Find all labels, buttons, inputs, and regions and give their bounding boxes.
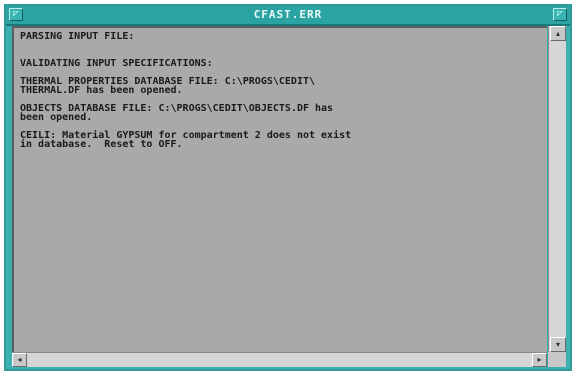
log-line: THERMAL.DF has been opened. bbox=[20, 85, 183, 96]
scrollbar-corner bbox=[548, 352, 566, 367]
scroll-down-button[interactable]: ▾ bbox=[550, 337, 566, 352]
log-line: in database. Reset to OFF. bbox=[20, 139, 183, 150]
arrow-down-icon: ▾ bbox=[555, 340, 560, 349]
scroll-right-button[interactable]: ▸ bbox=[532, 353, 547, 367]
log-line: been opened. bbox=[20, 112, 93, 123]
cfast-err-window: ◸ CFAST.ERR ◸ PARSING INPUT FILE: VALIDAT… bbox=[4, 4, 572, 371]
arrow-left-icon: ◂ bbox=[17, 355, 22, 364]
scroll-left-button[interactable]: ◂ bbox=[12, 353, 27, 367]
horizontal-scrollbar[interactable]: ◂ ▸ bbox=[12, 352, 547, 367]
arrow-right-icon: ▸ bbox=[537, 355, 542, 364]
log-line: VALIDATING INPUT SPECIFICATIONS: bbox=[20, 58, 213, 69]
arrow-up-icon: ▴ bbox=[555, 29, 560, 38]
scroll-up-button[interactable]: ▴ bbox=[550, 26, 566, 41]
output-text-area[interactable]: PARSING INPUT FILE: VALIDATING INPUT SPEC… bbox=[12, 26, 547, 352]
log-line: PARSING INPUT FILE: bbox=[20, 31, 135, 42]
vertical-scrollbar[interactable]: ▴ ▾ bbox=[548, 26, 566, 352]
log-line: OBJECTS DATABASE FILE: C:\PROGS\CEDIT\OB… bbox=[20, 103, 334, 114]
title-bar[interactable]: ◸ CFAST.ERR ◸ bbox=[6, 6, 570, 26]
error-log-text: PARSING INPUT FILE: VALIDATING INPUT SPEC… bbox=[14, 28, 547, 150]
maximize-button[interactable]: ◸ bbox=[553, 8, 567, 21]
window-title: CFAST.ERR bbox=[253, 8, 323, 21]
